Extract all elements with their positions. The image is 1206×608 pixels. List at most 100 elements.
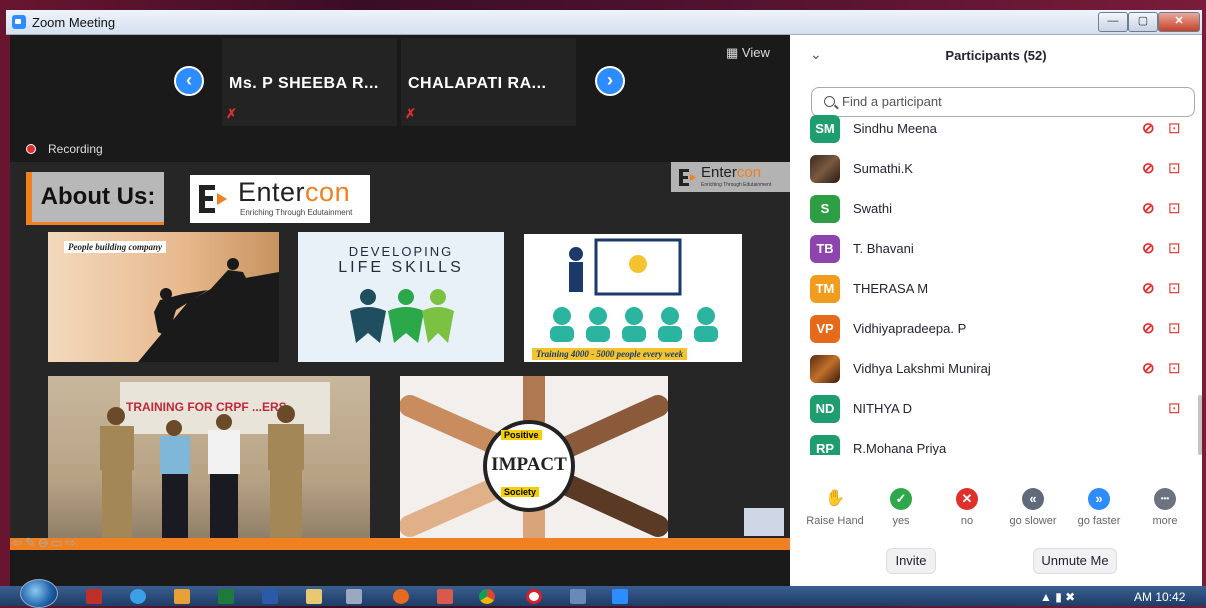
slide-corner-graphic bbox=[744, 508, 784, 536]
opera-icon[interactable] bbox=[526, 589, 542, 604]
participant-tile[interactable]: Ms. P SHEEBA R... ✗ bbox=[222, 38, 397, 126]
participant-name: T. Bhavani bbox=[853, 241, 914, 256]
excel-icon[interactable] bbox=[218, 589, 234, 604]
mic-muted-icon: ✗ bbox=[226, 106, 237, 121]
go-faster-button[interactable]: » go faster bbox=[1066, 483, 1132, 527]
participant-name: Vidhya Lakshmi Muniraj bbox=[853, 361, 991, 376]
participant-name: Vidhiyapradeepa. P bbox=[853, 321, 967, 336]
invite-button[interactable]: Invite bbox=[886, 548, 936, 574]
mic-muted-icon: ⊘ bbox=[1142, 240, 1155, 257]
start-button[interactable] bbox=[20, 579, 58, 608]
video-off-icon: ⊡ bbox=[1168, 360, 1181, 377]
participant-row[interactable]: VP Vidhiyapradeepa. P ⊘ ⊡ bbox=[790, 312, 1202, 352]
close-button[interactable]: ✕ bbox=[1158, 12, 1200, 32]
internet-explorer-icon[interactable] bbox=[130, 589, 146, 604]
group-photo: TRAINING FOR CRPF ...ERS bbox=[48, 376, 370, 548]
recording-label: Recording bbox=[48, 142, 103, 156]
video-off-icon: ⊡ bbox=[1168, 160, 1181, 177]
mic-muted-icon: ⊘ bbox=[1142, 320, 1155, 337]
participant-row[interactable]: ND NITHYA D ⊡ bbox=[790, 392, 1202, 432]
recording-dot-icon bbox=[26, 144, 36, 154]
fast-forward-icon: » bbox=[1088, 488, 1110, 510]
participant-strip: ‹ Ms. P SHEEBA R... ✗ CHALAPATI RA... ✗ … bbox=[10, 35, 790, 140]
participant-list: SM Sindhu Meena ⊘ ⊡ Sumathi.K ⊘ ⊡ S Swat… bbox=[790, 115, 1202, 455]
maximize-button[interactable]: ▢ bbox=[1128, 12, 1158, 32]
zoom-taskbar-icon[interactable] bbox=[612, 589, 628, 604]
firefox-icon[interactable] bbox=[393, 589, 409, 604]
panel-title: Participants (52) bbox=[945, 48, 1047, 63]
mic-muted-icon: ⊘ bbox=[1142, 360, 1155, 377]
participant-tile[interactable]: CHALAPATI RA... ✗ bbox=[401, 38, 576, 126]
raise-hand-button[interactable]: ✋ Raise Hand bbox=[802, 483, 868, 527]
avatar bbox=[810, 355, 840, 383]
mic-muted-icon: ⊘ bbox=[1142, 280, 1155, 297]
participant-row[interactable]: TM THERASA M ⊘ ⊡ bbox=[790, 272, 1202, 312]
participant-row[interactable]: Vidhya Lakshmi Muniraj ⊘ ⊡ bbox=[790, 352, 1202, 392]
search-icon bbox=[824, 96, 835, 107]
participant-name: NITHYA D bbox=[853, 401, 912, 416]
people-silhouettes bbox=[100, 405, 304, 544]
participant-list-scrollbar[interactable] bbox=[1198, 395, 1202, 455]
unmute-me-button[interactable]: Unmute Me bbox=[1033, 548, 1117, 574]
reaction-label: no bbox=[960, 515, 974, 527]
more-button[interactable]: ••• more bbox=[1132, 483, 1198, 527]
video-off-icon: ⊡ bbox=[1168, 200, 1181, 217]
slide-footer-bar bbox=[10, 538, 790, 550]
clock: AM 10:42 bbox=[1134, 590, 1186, 604]
word-icon[interactable] bbox=[262, 589, 278, 604]
view-button[interactable]: ▦ View bbox=[726, 45, 770, 61]
acrobat-icon[interactable] bbox=[86, 589, 102, 604]
check-icon: ✓ bbox=[890, 488, 912, 510]
shared-screen-slide: About Us: Entercon Enriching Through Edu… bbox=[10, 162, 790, 550]
mic-muted-icon: ⊘ bbox=[1142, 160, 1155, 177]
participant-row[interactable]: SM Sindhu Meena ⊘ ⊡ bbox=[790, 115, 1202, 152]
participant-row[interactable]: RP R.Mohana Priya bbox=[790, 432, 1202, 455]
impact-top-text: Positive bbox=[501, 430, 542, 440]
no-button[interactable]: ✕ no bbox=[934, 483, 1000, 527]
reaction-label: more bbox=[1152, 515, 1178, 527]
zoom-app-icon bbox=[12, 15, 26, 29]
avatar: SM bbox=[810, 115, 840, 143]
participant-row[interactable]: S Swathi ⊘ ⊡ bbox=[790, 192, 1202, 232]
participant-row[interactable]: TB T. Bhavani ⊘ ⊡ bbox=[790, 232, 1202, 272]
prev-page-button[interactable]: ‹ bbox=[174, 66, 204, 96]
positive-impact-image: Positive IMPACT Society bbox=[400, 376, 668, 548]
participant-row[interactable]: Sumathi.K ⊘ ⊡ bbox=[790, 152, 1202, 192]
logo-brand-text: Entercon bbox=[238, 177, 351, 207]
participant-name: THERASA M bbox=[853, 281, 929, 296]
entercon-logo: Entercon Enriching Through Edutainment bbox=[190, 175, 370, 223]
system-tray[interactable]: ▲ ▮ ✖ bbox=[1040, 590, 1075, 604]
participant-tile-name: CHALAPATI RA... bbox=[408, 75, 547, 92]
participant-name: Swathi bbox=[853, 201, 893, 216]
avatar bbox=[810, 155, 840, 183]
avatar: RP bbox=[810, 435, 840, 455]
reaction-label: go faster bbox=[1077, 515, 1121, 527]
go-slower-button[interactable]: « go slower bbox=[1000, 483, 1066, 527]
video-off-icon: ⊡ bbox=[1168, 120, 1181, 137]
media-player-icon[interactable] bbox=[174, 589, 190, 604]
image-text-line: DEVELOPING bbox=[348, 244, 454, 259]
calculator-icon[interactable] bbox=[346, 589, 362, 604]
video-off-icon: ⊡ bbox=[1168, 280, 1181, 297]
search-input[interactable]: Find a participant bbox=[811, 87, 1195, 117]
paint-icon[interactable] bbox=[437, 589, 453, 604]
training-image: Training 4000 - 5000 people every week bbox=[524, 234, 742, 362]
entercon-mark-icon bbox=[199, 185, 227, 213]
avatar: TM bbox=[810, 275, 840, 303]
yes-button[interactable]: ✓ yes bbox=[868, 483, 934, 527]
reaction-label: yes bbox=[892, 515, 910, 527]
explorer-icon[interactable] bbox=[570, 589, 586, 604]
mic-muted-icon: ✗ bbox=[405, 106, 416, 121]
slideshow-controls[interactable]: ⇦✎⊖▭⇨ bbox=[12, 535, 78, 550]
chrome-icon[interactable] bbox=[479, 589, 495, 604]
folder-icon[interactable] bbox=[306, 589, 322, 604]
life-skills-image: DEVELOPING LIFE SKILLS bbox=[298, 232, 504, 362]
impact-main-text: IMPACT bbox=[491, 454, 567, 475]
next-page-button[interactable]: › bbox=[595, 66, 625, 96]
raise-hand-icon: ✋ bbox=[824, 488, 846, 510]
mic-muted-icon: ⊘ bbox=[1142, 200, 1155, 217]
image-text-line: LIFE SKILLS bbox=[338, 259, 464, 276]
minimize-button[interactable]: — bbox=[1098, 12, 1128, 32]
participant-name: R.Mohana Priya bbox=[853, 441, 947, 455]
reaction-label: go slower bbox=[1009, 515, 1057, 527]
